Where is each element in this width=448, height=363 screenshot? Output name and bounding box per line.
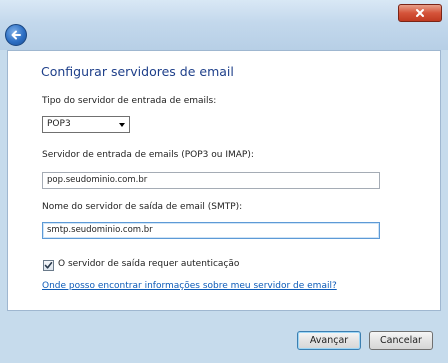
page-title: Configurar servidores de email [41,64,234,79]
checkmark-icon [44,262,53,269]
close-button[interactable] [398,4,442,22]
next-button[interactable]: Avançar [297,331,361,350]
close-x-icon [416,9,424,17]
incoming-server-value: pop.seudominio.com.br [47,175,148,185]
outgoing-server-input[interactable]: smtp.seudominio.com.br [42,222,380,239]
auth-checkbox-label[interactable]: O servidor de saída requer autenticação [58,259,239,269]
chevron-down-icon [119,123,125,127]
outgoing-server-label: Nome do servidor de saída de email (SMTP… [42,202,243,212]
outgoing-server-value: smtp.seudominio.com.br [47,225,153,235]
incoming-type-select[interactable]: POP3 [42,116,130,133]
help-link[interactable]: Onde posso encontrar informações sobre m… [42,281,337,291]
incoming-server-input[interactable]: pop.seudominio.com.br [42,172,380,189]
incoming-type-label: Tipo do servidor de entrada de emails: [42,96,217,106]
cancel-button[interactable]: Cancelar [369,331,433,350]
dialog-content: Configurar servidores de email Tipo do s… [7,50,441,311]
auth-checkbox[interactable] [43,260,54,271]
back-button[interactable] [5,24,27,46]
incoming-server-label: Servidor de entrada de emails (POP3 ou I… [42,150,254,160]
back-arrow-icon [11,30,21,40]
incoming-type-value: POP3 [47,119,71,129]
title-bar [0,0,448,50]
